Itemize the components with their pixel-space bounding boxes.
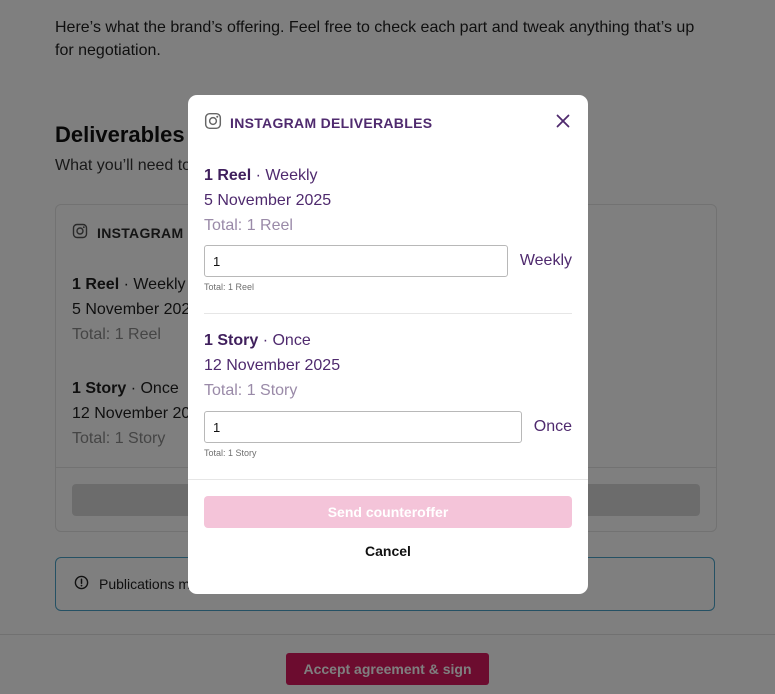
instagram-icon xyxy=(204,112,222,133)
instagram-deliverables-modal: INSTAGRAM DELIVERABLES 1 Reel · Weekly 5… xyxy=(188,95,588,594)
item-frequency: Once xyxy=(272,332,311,349)
send-counteroffer-button[interactable]: Send counteroffer xyxy=(204,496,572,528)
item-separator: · xyxy=(258,332,273,349)
reel-quantity-unit: Weekly xyxy=(519,252,572,269)
story-quantity-hint: Total: 1 Story xyxy=(204,448,257,458)
reel-quantity-hint: Total: 1 Reel xyxy=(204,282,255,292)
cancel-button[interactable]: Cancel xyxy=(188,543,588,559)
close-icon xyxy=(556,114,570,128)
story-quantity-unit: Once xyxy=(533,418,572,435)
modal-header: INSTAGRAM DELIVERABLES xyxy=(204,112,432,133)
item-divider xyxy=(204,313,572,314)
item-count: 1 Reel xyxy=(204,167,252,184)
reel-quantity-input[interactable] xyxy=(204,245,508,277)
item-total: Total: 1 Story xyxy=(204,382,298,399)
story-quantity-row: Once xyxy=(204,411,572,443)
close-button[interactable] xyxy=(554,112,572,130)
reel-quantity-row: Weekly xyxy=(204,245,572,277)
item-total: Total: 1 Reel xyxy=(204,217,293,234)
item-date: 12 November 2025 xyxy=(204,357,341,374)
item-date: 5 November 2025 xyxy=(204,192,332,209)
modal-title: INSTAGRAM DELIVERABLES xyxy=(230,114,433,131)
item-separator: · xyxy=(251,167,266,184)
item-frequency: Weekly xyxy=(265,167,318,184)
footer-divider xyxy=(188,479,588,480)
modal-item-story: 1 Story · Once 12 November 2025 Total: 1… xyxy=(204,328,572,403)
item-count: 1 Story xyxy=(204,332,259,349)
modal-item-reel: 1 Reel · Weekly 5 November 2025 Total: 1… xyxy=(204,163,572,238)
story-quantity-input[interactable] xyxy=(204,411,522,443)
